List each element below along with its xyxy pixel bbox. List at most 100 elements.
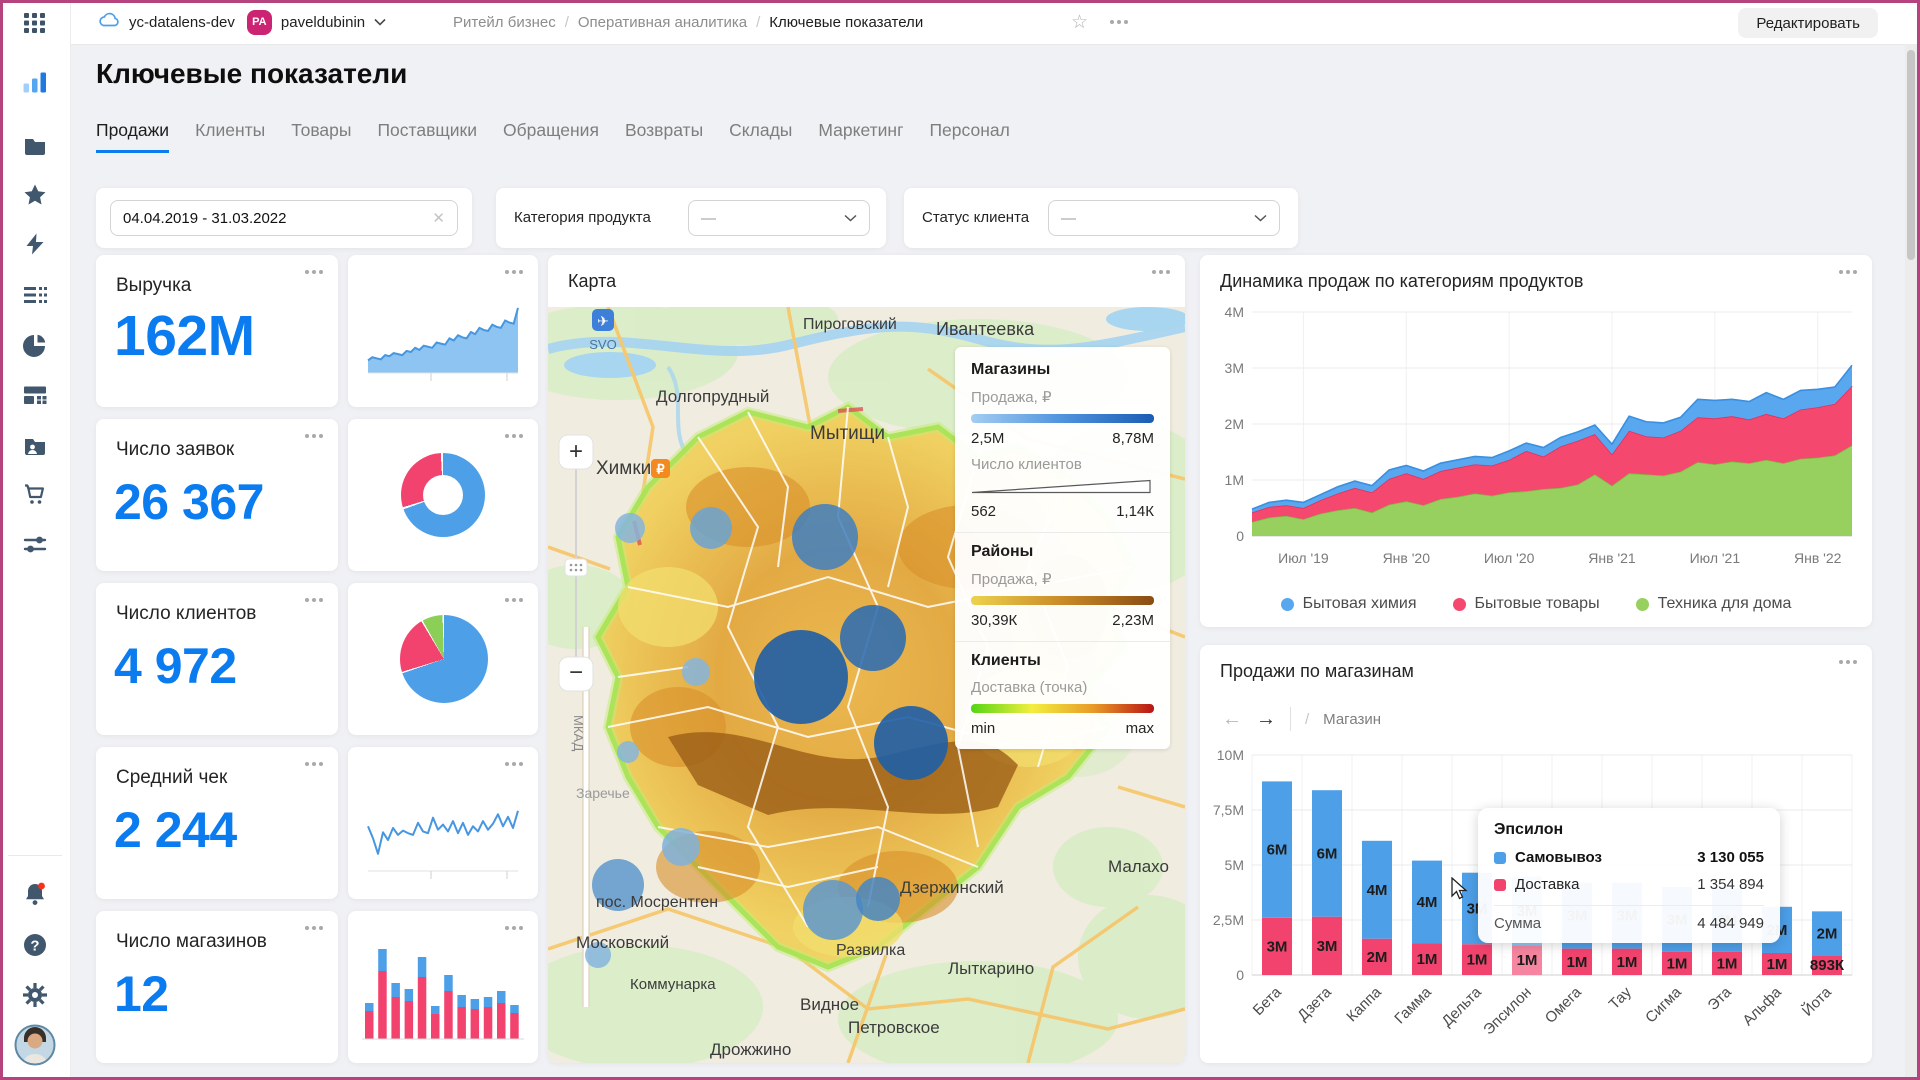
date-range-input[interactable]: 04.04.2019 - 31.03.2022 ✕ xyxy=(110,200,458,236)
svg-text:1М: 1М xyxy=(1767,956,1788,973)
donut-hole xyxy=(423,475,463,515)
svg-text:Янв '22: Янв '22 xyxy=(1794,550,1842,566)
favorite-star-icon[interactable]: ☆ xyxy=(1071,0,1088,44)
svg-text:1М: 1М xyxy=(1225,472,1244,488)
svg-text:1М: 1М xyxy=(1567,954,1588,971)
user-avatar[interactable] xyxy=(14,1024,56,1066)
more-menu-icon[interactable] xyxy=(305,926,323,930)
pie-chart-icon[interactable] xyxy=(23,333,47,357)
status-filter-value: — xyxy=(1061,210,1076,227)
legend-item[interactable]: Техника для дома xyxy=(1636,595,1792,613)
cloud-icon xyxy=(98,11,121,33)
drilldown-level[interactable]: Магазин xyxy=(1323,711,1381,728)
notifications-bell-icon[interactable] xyxy=(21,880,49,908)
back-arrow-icon[interactable]: ← xyxy=(1222,709,1242,729)
breadcrumb-item[interactable]: Ключевые показатели xyxy=(769,14,923,31)
list-rows-icon[interactable] xyxy=(23,283,47,307)
svg-text:Заречье: Заречье xyxy=(576,785,630,801)
user-name: paveldubinin xyxy=(281,14,365,31)
kpi-value: 12 xyxy=(114,965,169,1023)
favorites-star-icon[interactable] xyxy=(23,183,47,207)
more-menu-icon[interactable] xyxy=(305,762,323,766)
scrollbar-thumb[interactable] xyxy=(1907,50,1915,260)
dashboard-icon[interactable] xyxy=(23,383,47,407)
legend-metric-label: Продажа, ₽ xyxy=(971,570,1154,588)
svg-text:Гамма: Гамма xyxy=(1391,983,1435,1027)
clear-icon[interactable]: ✕ xyxy=(432,209,445,227)
more-menu-icon[interactable] xyxy=(505,762,523,766)
apps-grid-icon[interactable] xyxy=(23,11,47,35)
more-menu-icon[interactable] xyxy=(305,434,323,438)
forward-arrow-icon[interactable]: → xyxy=(1256,709,1276,729)
shared-folder-icon[interactable] xyxy=(23,434,47,458)
legend-item[interactable]: Бытовая химия xyxy=(1281,595,1417,613)
more-menu-icon[interactable] xyxy=(1152,270,1170,274)
svg-text:МКАД: МКАД xyxy=(571,715,586,752)
status-filter-select[interactable]: — xyxy=(1048,200,1280,236)
more-menu-icon[interactable] xyxy=(305,270,323,274)
tab-Продажи[interactable]: Продажи xyxy=(96,120,169,153)
zoom-in-button[interactable]: + xyxy=(559,435,593,469)
chart-title: Динамика продаж по категориям продуктов xyxy=(1220,271,1583,292)
more-menu-icon[interactable] xyxy=(505,270,523,274)
svg-text:2,5М: 2,5М xyxy=(1213,912,1244,928)
breadcrumb-item[interactable]: Ритейл бизнес xyxy=(453,14,556,31)
settings-gear-icon[interactable] xyxy=(22,982,48,1008)
more-menu-icon[interactable] xyxy=(505,598,523,602)
tab-Персонал[interactable]: Персонал xyxy=(929,120,1009,153)
tab-Склады[interactable]: Склады xyxy=(729,120,792,153)
svg-text:Дельта: Дельта xyxy=(1439,983,1486,1030)
chart-tooltip: Эпсилон Самовывоз 3 130 055 Доставка 1 3… xyxy=(1478,808,1780,943)
sidebar-divider xyxy=(8,855,62,856)
svg-text:10М: 10М xyxy=(1217,747,1244,763)
zoom-drag-handle[interactable] xyxy=(565,559,587,576)
more-menu-icon[interactable] xyxy=(305,598,323,602)
help-icon[interactable]: ? xyxy=(22,932,48,958)
kpi-label: Выручка xyxy=(116,275,191,297)
more-menu-icon[interactable] xyxy=(1839,270,1857,274)
svg-text:Коммунарка: Коммунарка xyxy=(630,976,716,993)
more-menu-icon[interactable] xyxy=(1839,660,1857,664)
svg-text:Июл '20: Июл '20 xyxy=(1484,550,1535,566)
svg-text:2М: 2М xyxy=(1225,416,1244,432)
svg-text:6М: 6М xyxy=(1317,845,1338,862)
tab-Маркетинг[interactable]: Маркетинг xyxy=(818,120,903,153)
folder-icon[interactable] xyxy=(23,134,47,158)
tab-Обращения[interactable]: Обращения xyxy=(503,120,599,153)
tab-Товары[interactable]: Товары xyxy=(291,120,351,153)
datalens-logo-icon[interactable] xyxy=(23,70,48,95)
legend-item[interactable]: Бытовые товары xyxy=(1453,595,1600,613)
kpi-value: 26 367 xyxy=(114,473,264,531)
kpi-card-requests: Число заявок 26 367 xyxy=(96,419,338,571)
svg-text:4М: 4М xyxy=(1225,304,1244,320)
svg-text:Янв '21: Янв '21 xyxy=(1588,550,1636,566)
tab-Поставщики[interactable]: Поставщики xyxy=(377,120,477,153)
tab-Клиенты[interactable]: Клиенты xyxy=(195,120,265,153)
top-bar: yc-datalens-dev PA paveldubinin Ритейл б… xyxy=(70,0,1920,45)
cart-icon[interactable] xyxy=(22,481,48,507)
lightning-icon[interactable] xyxy=(23,232,47,256)
tune-sliders-icon[interactable] xyxy=(22,532,48,558)
svg-text:?: ? xyxy=(30,938,39,955)
scrollbar-track[interactable] xyxy=(1905,44,1917,1077)
tab-Возвраты[interactable]: Возвраты xyxy=(625,120,703,153)
legend-min: 30,39К xyxy=(971,612,1017,629)
zoom-out-button[interactable]: − xyxy=(559,657,593,691)
more-menu-icon[interactable] xyxy=(505,434,523,438)
tenant-switcher[interactable]: yc-datalens-dev PA paveldubinin xyxy=(98,0,386,44)
category-filter-select[interactable]: — xyxy=(688,200,870,236)
svg-text:SVO: SVO xyxy=(589,337,616,352)
legend-max: max xyxy=(1126,720,1154,737)
svg-text:1М: 1М xyxy=(1417,951,1438,968)
more-menu-icon[interactable] xyxy=(1110,0,1128,44)
revenue-sparkline-chart xyxy=(360,283,526,391)
chart-title: Продажи по магазинам xyxy=(1220,661,1414,682)
nav-divider xyxy=(1290,707,1291,731)
edit-button[interactable]: Редактировать xyxy=(1738,8,1878,38)
date-filter-card: 04.04.2019 - 31.03.2022 ✕ xyxy=(96,188,472,248)
kpi-label: Число магазинов xyxy=(116,931,267,953)
legend-metric-label: Число клиентов xyxy=(971,456,1154,473)
breadcrumb-item[interactable]: Оперативная аналитика xyxy=(578,14,747,31)
kpi-label: Число клиентов xyxy=(116,603,256,625)
breadcrumb-separator: / xyxy=(756,14,760,31)
